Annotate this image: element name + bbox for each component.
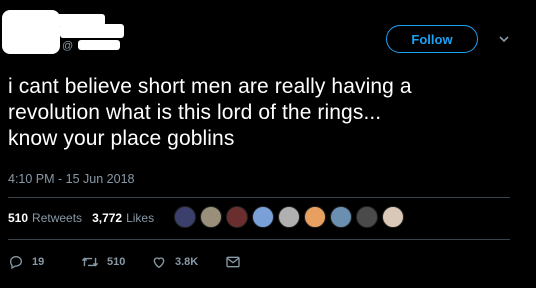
liker-avatar-5[interactable] [278, 206, 300, 228]
engagement-stats: 510 Retweets 3,772 Likes [8, 208, 154, 228]
divider-top [8, 197, 510, 198]
divider-bottom [8, 239, 510, 240]
tweet-timestamp[interactable]: 4:10 PM - 15 Jun 2018 [8, 172, 134, 186]
tweet-text: i cant believe short men are really havi… [8, 74, 528, 152]
reply-button[interactable]: 19 [8, 254, 81, 270]
retweet-icon [81, 257, 99, 267]
direct-message-icon [226, 256, 240, 268]
tweet-actions: 19 510 3.8K [8, 252, 241, 272]
tweet-text-line: i cant believe short men are really havi… [8, 75, 412, 98]
likes-label[interactable]: Likes [126, 211, 154, 225]
like-icon [153, 257, 165, 269]
like-count: 3.8K [175, 256, 199, 268]
like-button[interactable]: 3.8K [151, 254, 225, 270]
follow-button[interactable]: Follow [386, 25, 478, 53]
liker-avatar-9[interactable] [382, 206, 404, 228]
likes-count[interactable]: 3,772 [92, 211, 122, 225]
liker-avatar-3[interactable] [226, 206, 248, 228]
liker-avatar-4[interactable] [252, 206, 274, 228]
liker-avatar-1[interactable] [174, 206, 196, 228]
tweet-text-line: know your place goblins [8, 127, 235, 150]
reply-count: 19 [32, 256, 45, 268]
user-handle-prefix: @ [62, 40, 74, 52]
retweet-button[interactable]: 510 [81, 254, 151, 270]
retweet-count: 510 [107, 256, 126, 268]
tweet-text-line: revolution what is this lord of the ring… [8, 101, 382, 124]
retweets-label[interactable]: Retweets [32, 211, 82, 225]
chevron-down-icon[interactable] [497, 33, 511, 45]
reply-icon [9, 255, 23, 270]
liker-avatar-6[interactable] [304, 206, 326, 228]
liker-avatar-7[interactable] [330, 206, 352, 228]
liker-avatar-8[interactable] [356, 206, 378, 228]
direct-message-button[interactable] [225, 255, 241, 269]
tweet-header: @ Follow [0, 0, 536, 70]
liker-avatar-2[interactable] [200, 206, 222, 228]
liker-avatars [174, 206, 408, 230]
retweets-count[interactable]: 510 [8, 211, 28, 225]
